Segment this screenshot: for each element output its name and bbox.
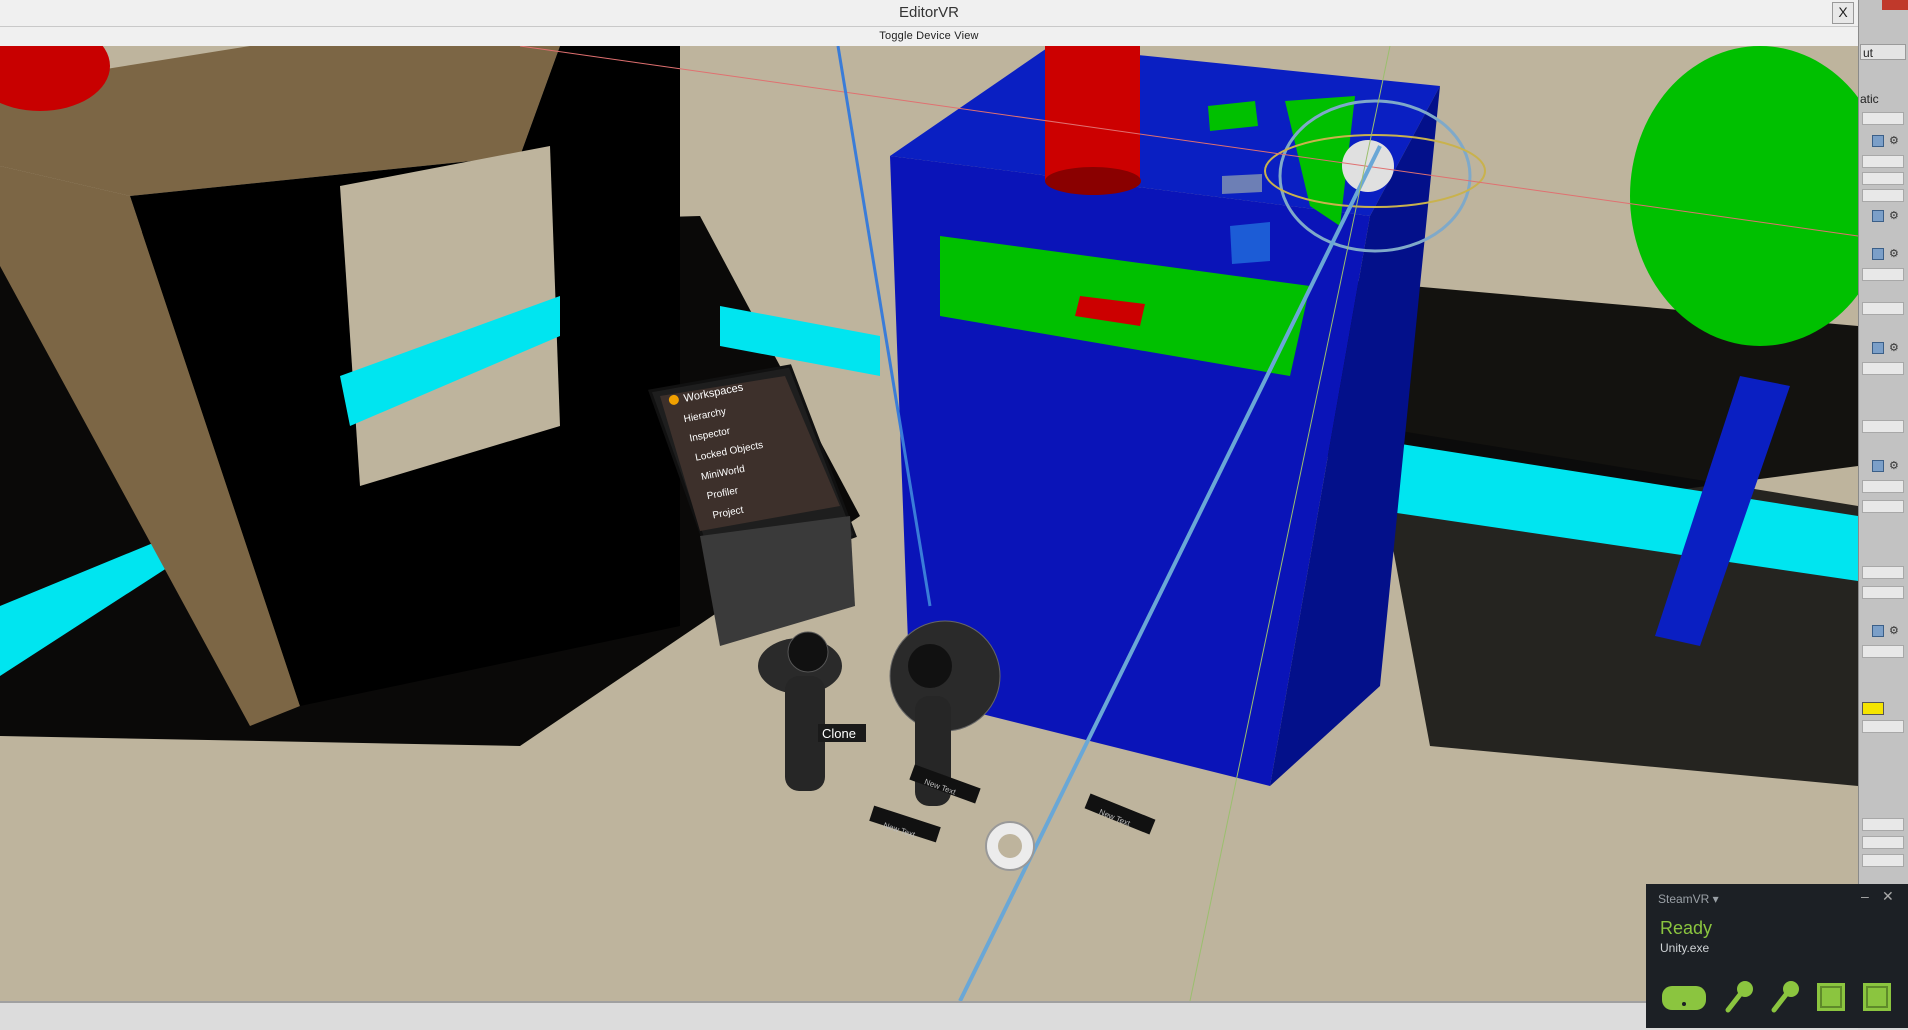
toggle-device-view-button[interactable]: Toggle Device View: [0, 27, 1858, 46]
inspector-field[interactable]: [1862, 500, 1904, 513]
inspector-field[interactable]: [1862, 362, 1904, 375]
inspector-field[interactable]: [1862, 420, 1904, 433]
steamvr-window: SteamVR ▾ – ✕ Ready Unity.exe: [1646, 884, 1908, 1028]
inspector-field[interactable]: [1862, 854, 1904, 867]
inspector-field[interactable]: [1862, 155, 1904, 168]
headset-icon: [1662, 986, 1706, 1010]
controller-icon: [1771, 981, 1799, 1013]
inspector-field[interactable]: [1862, 720, 1904, 733]
gear-icon[interactable]: ⚙: [1889, 134, 1899, 147]
controller-icon: [1725, 981, 1753, 1013]
gear-icon[interactable]: ⚙: [1889, 247, 1899, 260]
right-trackpad: [908, 644, 952, 688]
component-icon: [1872, 625, 1884, 637]
static-label: atic: [1860, 92, 1879, 106]
steamvr-status: Ready: [1660, 918, 1713, 938]
steamvr-close-button[interactable]: ✕: [1882, 888, 1894, 905]
inspector-field[interactable]: [1862, 586, 1904, 599]
component-icon: [1872, 135, 1884, 147]
gear-icon[interactable]: ⚙: [1889, 209, 1899, 222]
base-station-icon: [1863, 983, 1891, 1011]
window-close-button[interactable]: X: [1832, 2, 1854, 24]
component-icon: [1872, 210, 1884, 222]
inspector-field[interactable]: [1862, 268, 1904, 281]
scene-viewport[interactable]: Workspaces Hierarchy Inspector Locked Ob…: [0, 46, 1858, 1001]
window-title-bar: EditorVR: [0, 0, 1858, 27]
blue-cube: [1230, 222, 1270, 264]
base-station-icon: [1817, 983, 1845, 1011]
inspector-field[interactable]: [1862, 189, 1904, 202]
clone-tooltip: Clone: [822, 726, 856, 741]
inspector-field[interactable]: [1862, 480, 1904, 493]
steamvr-devices: [1660, 980, 1900, 1014]
bottom-status-strip: [0, 1001, 1858, 1030]
steamvr-minimize-button[interactable]: –: [1861, 888, 1869, 904]
color-swatch[interactable]: [1862, 702, 1884, 715]
component-icon: [1872, 342, 1884, 354]
gear-icon[interactable]: ⚙: [1889, 459, 1899, 472]
inspector-field[interactable]: [1862, 302, 1904, 315]
layout-dropdown[interactable]: ut: [1860, 44, 1906, 60]
gear-icon[interactable]: ⚙: [1889, 624, 1899, 637]
steamvr-app: Unity.exe: [1660, 941, 1710, 955]
inspector-field[interactable]: [1862, 172, 1904, 185]
inspector-field[interactable]: [1862, 566, 1904, 579]
floor-label-tag: [1084, 793, 1156, 835]
red-cylinder-base: [1045, 167, 1141, 195]
green-block: [1208, 101, 1258, 131]
floor-label-tag: [869, 805, 941, 843]
toggle-device-view-label: Toggle Device View: [879, 30, 979, 42]
component-icon: [1872, 460, 1884, 472]
inspector-field[interactable]: [1862, 645, 1904, 658]
component-icon: [1872, 248, 1884, 260]
red-cylinder: [1045, 46, 1140, 181]
inspector-field[interactable]: [1862, 836, 1904, 849]
gray-block: [1222, 174, 1262, 194]
inspector-field[interactable]: [1862, 112, 1904, 125]
green-stool-top: [1630, 46, 1858, 346]
gear-icon[interactable]: ⚙: [1889, 341, 1899, 354]
teleport-ring-center: [998, 834, 1022, 858]
scene-render: Workspaces Hierarchy Inspector Locked Ob…: [0, 46, 1858, 1001]
inspector-field[interactable]: [1862, 818, 1904, 831]
steamvr-menu[interactable]: SteamVR ▾: [1658, 892, 1719, 906]
window-title: EditorVR: [898, 4, 960, 21]
panel-close-accent: [1882, 0, 1908, 10]
left-trackpad: [787, 631, 829, 673]
workspaces-body: [700, 516, 855, 646]
